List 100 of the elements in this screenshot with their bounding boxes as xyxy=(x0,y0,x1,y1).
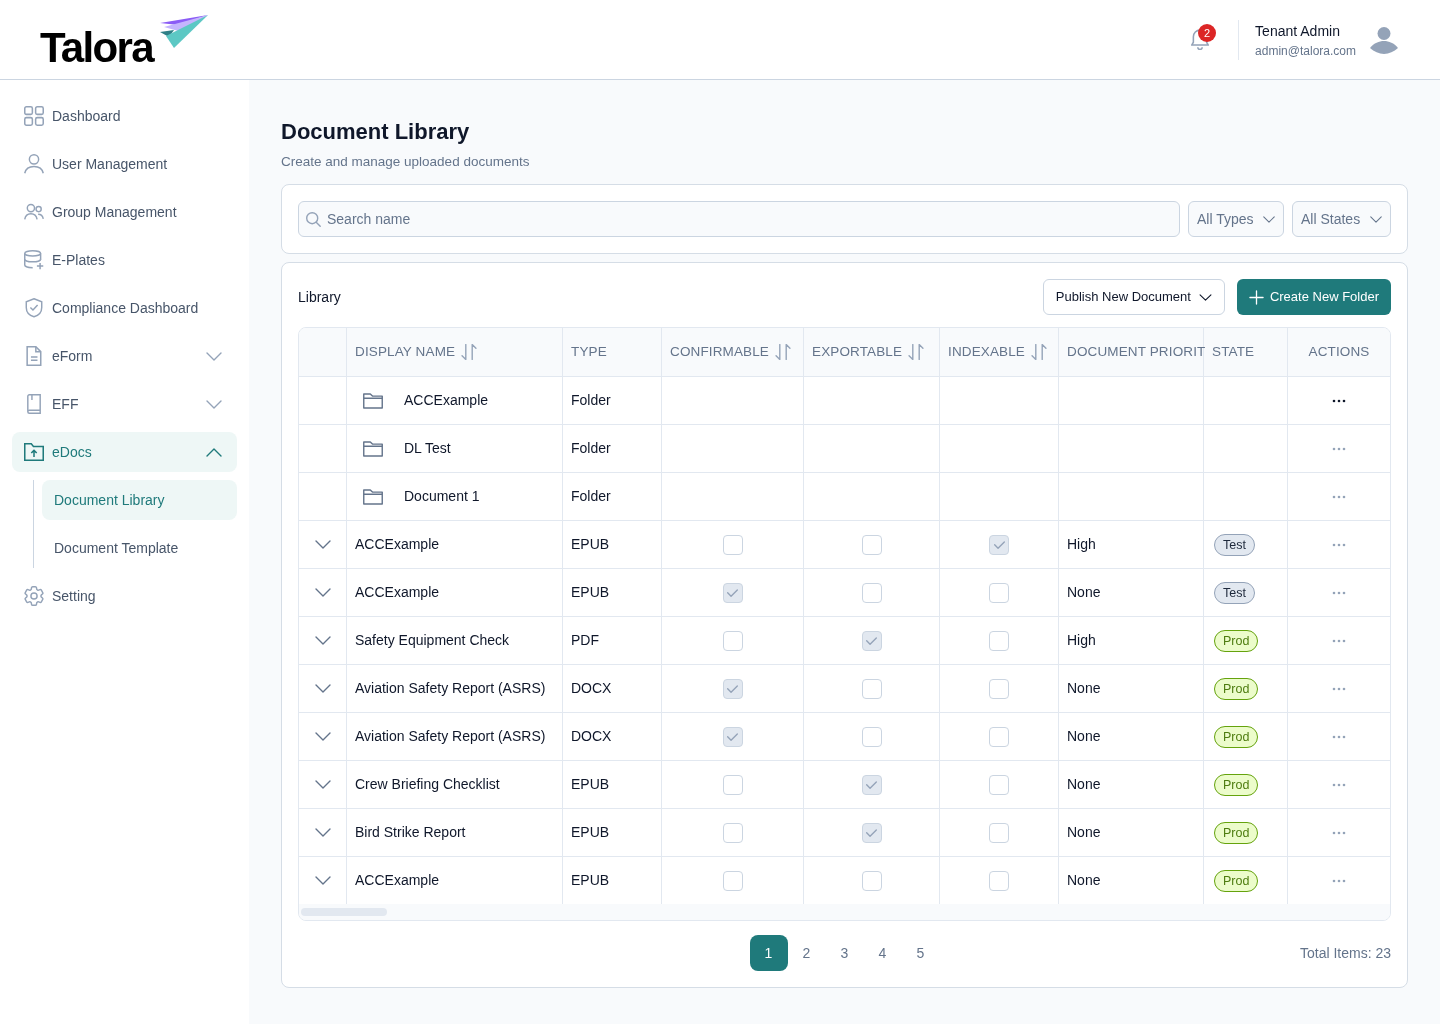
checkbox[interactable] xyxy=(989,582,1009,603)
checkbox[interactable] xyxy=(989,534,1009,555)
sidebar-item[interactable]: Dashboard xyxy=(12,96,237,136)
chevron-down-icon[interactable] xyxy=(314,540,331,549)
checkbox[interactable] xyxy=(989,774,1009,795)
checkbox[interactable] xyxy=(861,582,882,603)
search-icon xyxy=(306,211,321,227)
sidebar-subitem[interactable]: Document Library xyxy=(42,480,237,520)
state-badge: Test xyxy=(1214,581,1255,604)
table-cell: EPUB xyxy=(563,521,662,568)
table-cell: None xyxy=(1059,569,1204,616)
folder-icon xyxy=(363,488,383,505)
page-button[interactable]: 1 xyxy=(749,935,788,971)
bell-icon xyxy=(1191,29,1210,50)
checkbox[interactable] xyxy=(989,870,1009,891)
column-header: EXPORTABLE xyxy=(812,342,903,361)
table-cell: Aviation Safety Report (ASRS) xyxy=(347,665,563,712)
sort-icon[interactable] xyxy=(461,344,478,360)
page-button[interactable]: 5 xyxy=(901,935,940,971)
folder-name[interactable]: Document 1 xyxy=(404,486,480,507)
column-header: ACTIONS xyxy=(1308,342,1370,361)
filter-select[interactable]: All States xyxy=(1292,201,1391,237)
checkbox[interactable] xyxy=(722,774,743,795)
checkbox[interactable] xyxy=(861,774,882,795)
state-badge: Prod xyxy=(1214,869,1259,892)
checkbox[interactable] xyxy=(861,870,882,891)
checkbox[interactable] xyxy=(861,726,882,747)
checkbox[interactable] xyxy=(722,582,743,603)
create-folder-button[interactable]: Create New Folder xyxy=(1236,279,1391,315)
sidebar-item[interactable]: Compliance Dashboard xyxy=(12,288,237,328)
chevron-down-icon[interactable] xyxy=(314,876,331,885)
chevron-down-icon[interactable] xyxy=(314,636,331,645)
sort-icon[interactable] xyxy=(908,344,925,360)
chevron-down-icon xyxy=(1370,215,1382,223)
checkbox[interactable] xyxy=(722,870,743,891)
state-badge: Test xyxy=(1214,533,1255,556)
checkbox[interactable] xyxy=(989,630,1009,651)
sidebar-item[interactable]: User Management xyxy=(12,144,237,184)
state-badge: Prod xyxy=(1214,773,1259,796)
folder-name[interactable]: DL Test xyxy=(404,438,451,459)
checkbox[interactable] xyxy=(722,630,743,651)
checkbox[interactable] xyxy=(861,678,882,699)
publish-dropdown-button[interactable]: Publish New Document xyxy=(1042,279,1225,315)
sort-icon[interactable] xyxy=(1031,344,1047,360)
check-icon xyxy=(727,588,738,597)
column-header: CONFIRMABLE xyxy=(670,342,769,361)
table-cell: ACCExample xyxy=(347,521,563,568)
page-button[interactable]: 4 xyxy=(863,935,902,971)
user-icon xyxy=(24,154,44,174)
sidebar-item[interactable]: eForm xyxy=(12,336,237,376)
table-cell: EPUB xyxy=(563,809,662,856)
checkbox[interactable] xyxy=(722,726,743,747)
table-cell: High xyxy=(1059,617,1204,664)
checkbox[interactable] xyxy=(722,678,743,699)
notification-badge: 2 xyxy=(1198,23,1217,42)
total-items: Total Items: 23 xyxy=(1299,943,1391,963)
check-icon xyxy=(866,828,877,837)
chevron-down-icon[interactable] xyxy=(206,399,222,409)
page-button[interactable]: 3 xyxy=(825,935,864,971)
checkbox[interactable] xyxy=(722,534,743,555)
table-cell: EPUB xyxy=(563,569,662,616)
check-icon xyxy=(866,780,877,789)
sort-icon[interactable] xyxy=(775,344,791,360)
gear-icon xyxy=(24,586,44,606)
table-cell: None xyxy=(1059,761,1204,808)
chevron-down-icon[interactable] xyxy=(314,684,331,693)
avatar-icon[interactable] xyxy=(1370,25,1398,54)
sidebar-item[interactable]: Setting xyxy=(12,576,237,616)
chevron-down-icon[interactable] xyxy=(314,780,331,789)
sidebar-subitem[interactable]: Document Template xyxy=(42,528,237,568)
page-subtitle: Create and manage uploaded documents xyxy=(281,153,531,171)
sidebar-item[interactable]: EFF xyxy=(12,384,237,424)
table-cell: Folder xyxy=(563,425,662,472)
checkbox[interactable] xyxy=(989,822,1009,843)
chevron-down-icon[interactable] xyxy=(314,732,331,741)
search-field[interactable]: Search name xyxy=(298,201,1180,237)
checkbox[interactable] xyxy=(722,822,743,843)
filter-select[interactable]: All Types xyxy=(1188,201,1284,237)
column-header: STATE xyxy=(1212,342,1255,361)
checkbox[interactable] xyxy=(861,534,882,555)
chevron-down-icon[interactable] xyxy=(314,588,331,597)
table-cell: PDF xyxy=(563,617,662,664)
column-header: INDEXABLE xyxy=(948,342,1025,361)
chevron-down-icon[interactable] xyxy=(314,828,331,837)
sidebar-item[interactable]: eDocs xyxy=(12,432,237,472)
users-icon xyxy=(24,202,44,222)
page-button[interactable]: 2 xyxy=(787,935,826,971)
checkbox[interactable] xyxy=(861,630,882,651)
chevron-down-icon[interactable] xyxy=(206,351,222,361)
checkbox[interactable] xyxy=(989,678,1009,699)
sidebar-item[interactable]: E-Plates xyxy=(12,240,237,280)
checkbox[interactable] xyxy=(861,822,882,843)
checkbox[interactable] xyxy=(989,726,1009,747)
chevron-down-icon[interactable] xyxy=(206,447,222,457)
folder-upload-icon xyxy=(24,442,44,462)
user-email: admin@talora.com xyxy=(1255,42,1356,59)
sidebar-item[interactable]: Group Management xyxy=(12,192,237,232)
folder-icon xyxy=(363,440,383,457)
table-cell: None xyxy=(1059,713,1204,760)
folder-name[interactable]: ACCExample xyxy=(404,390,489,411)
